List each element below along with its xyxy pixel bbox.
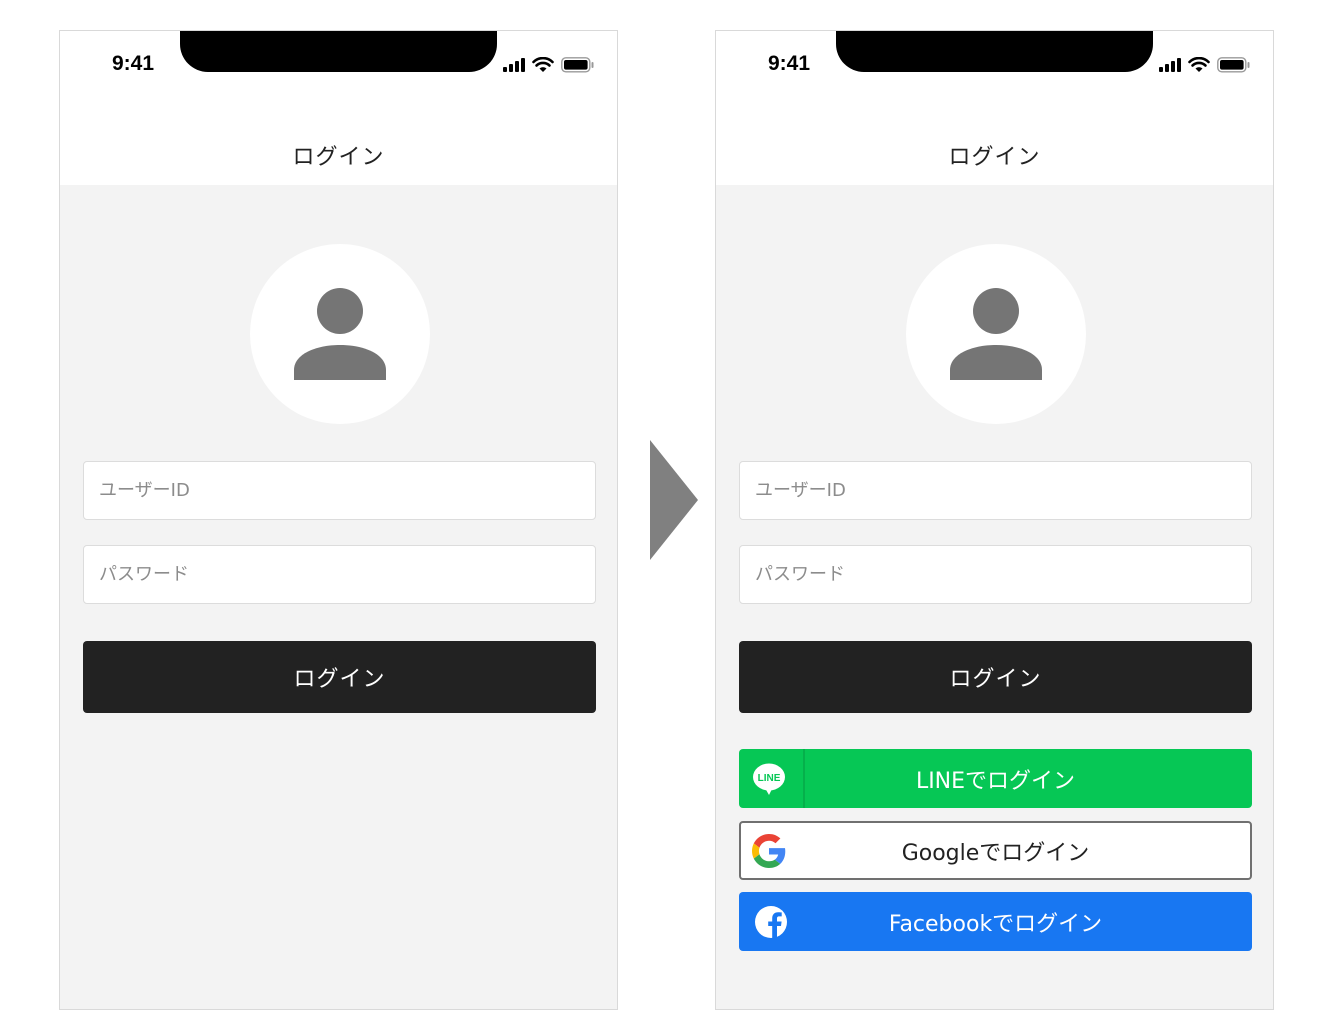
avatar	[906, 244, 1086, 424]
phone-screen-after: 9:41 ログイン ログイン LINE LINEでログイン	[715, 30, 1274, 1010]
cellular-signal-icon	[503, 58, 525, 72]
battery-icon	[561, 57, 594, 73]
password-input[interactable]	[739, 545, 1252, 604]
status-icons	[1159, 57, 1251, 73]
user-id-input[interactable]	[739, 461, 1252, 520]
wifi-icon	[532, 57, 554, 72]
header-bar: 9:41 ログイン	[716, 31, 1273, 185]
login-button[interactable]: ログイン	[83, 641, 596, 713]
google-logo-icon	[752, 834, 786, 868]
arrow-right-icon	[650, 440, 698, 560]
phone-notch	[836, 31, 1153, 72]
phone-screen-before: 9:41 ログイン ログイン	[59, 30, 618, 1010]
button-divider	[803, 749, 805, 808]
page-title: ログイン	[292, 145, 385, 170]
cellular-signal-icon	[1159, 58, 1181, 72]
facebook-logo-icon	[755, 906, 787, 938]
user-id-input[interactable]	[83, 461, 596, 520]
line-logo-text: LINE	[758, 773, 781, 784]
login-button-label: ログイン	[293, 667, 386, 692]
password-input[interactable]	[83, 545, 596, 604]
line-login-button[interactable]: LINE LINEでログイン	[739, 749, 1252, 808]
wifi-icon	[1188, 57, 1210, 72]
login-button-label: ログイン	[949, 667, 1042, 692]
google-login-label: Googleでログイン	[901, 840, 1090, 866]
user-silhouette-icon	[294, 288, 386, 380]
header-bar: 9:41 ログイン	[60, 31, 617, 185]
google-login-button[interactable]: Googleでログイン	[739, 821, 1252, 880]
status-time: 9:41	[112, 52, 155, 75]
phone-notch	[180, 31, 497, 72]
battery-icon	[1217, 57, 1250, 73]
facebook-login-button[interactable]: Facebookでログイン	[739, 892, 1252, 951]
user-silhouette-icon	[950, 288, 1042, 380]
line-login-label: LINEでログイン	[915, 768, 1076, 794]
login-button[interactable]: ログイン	[739, 641, 1252, 713]
page-title: ログイン	[948, 145, 1041, 170]
status-time: 9:41	[768, 52, 811, 75]
status-icons	[503, 57, 595, 73]
line-logo-icon: LINE	[753, 763, 785, 795]
facebook-login-label: Facebookでログイン	[888, 911, 1103, 937]
avatar	[250, 244, 430, 424]
